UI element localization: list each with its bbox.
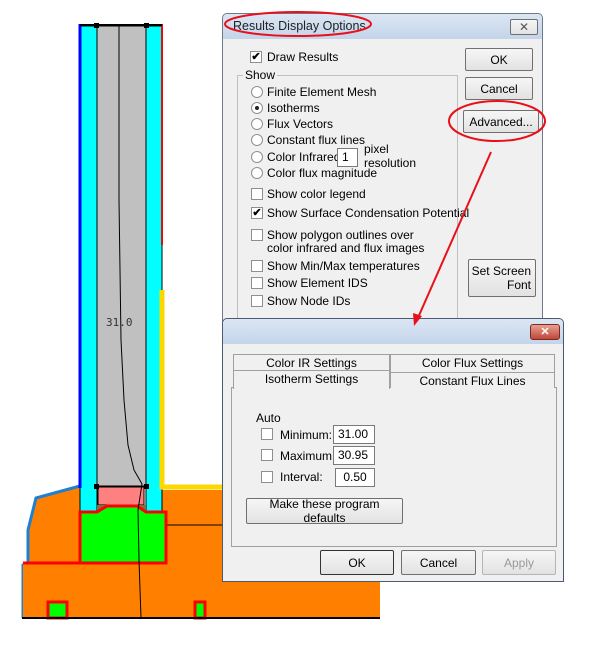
interval-auto-checkbox[interactable] (261, 471, 273, 483)
condensation-boundary (159, 290, 222, 490)
title-bar[interactable]: Results Display Options ✕ (223, 14, 542, 39)
checkbox-label: Show Element IDS (267, 276, 368, 290)
radio-color-flux-magnitude[interactable] (251, 167, 263, 179)
maximum-input[interactable]: 30.95 (333, 446, 375, 465)
dialog-title: Results Display Options (233, 19, 366, 33)
checkbox-label: Show color legend (267, 187, 366, 201)
checkbox-label: Show polygon outlines over (267, 228, 414, 242)
checkbox-label: Show Min/Max temperatures (267, 259, 420, 273)
close-button[interactable]: ✕ (530, 324, 560, 340)
advanced-options-dialog: ✕ Color IR Settings Color Flux Settings … (222, 318, 564, 582)
checkbox-label: Show Node IDs (267, 294, 351, 308)
isotherm-label: 31.0 (106, 316, 133, 329)
show-condensation-checkbox[interactable]: ✔ (251, 207, 263, 219)
radio-label: Constant flux lines (267, 133, 366, 147)
radio-label: Isotherms (267, 101, 320, 115)
tab-color-flux-settings[interactable]: Color Flux Settings (390, 354, 555, 372)
close-button[interactable]: ✕ (510, 19, 538, 35)
maximum-label: Maximum: (280, 449, 336, 463)
radio-isotherms[interactable] (251, 102, 263, 114)
checkbox-label: Show Surface Condensation Potential (267, 206, 470, 220)
ok-button[interactable]: OK (465, 48, 533, 71)
cancel-button[interactable]: Cancel (401, 550, 476, 575)
title-bar[interactable]: ✕ (223, 319, 563, 344)
interval-input[interactable]: 0.50 (335, 468, 375, 487)
show-group-label: Show (243, 68, 278, 82)
pixel-resolution-input[interactable]: 1 (337, 148, 358, 167)
spacer (78, 504, 168, 565)
button-label: Set Screen (471, 264, 531, 278)
ok-button[interactable]: OK (320, 550, 394, 575)
radio-flux-vectors[interactable] (251, 118, 263, 130)
minimum-label: Minimum: (280, 428, 333, 442)
interval-label: Interval: (280, 470, 323, 484)
tab-isotherm-settings[interactable]: Isotherm Settings (233, 370, 390, 389)
minimum-auto-checkbox[interactable] (261, 428, 273, 440)
draw-results-label: Draw Results (267, 50, 339, 64)
auto-label: Auto (256, 411, 281, 425)
radio-label: Flux Vectors (267, 117, 334, 131)
radio-label: Finite Element Mesh (267, 85, 377, 99)
show-polygon-outlines-checkbox[interactable] (251, 229, 263, 241)
show-minmax-checkbox[interactable] (251, 260, 263, 272)
pixel-label: pixel (364, 142, 389, 156)
show-element-ids-checkbox[interactable] (251, 277, 263, 289)
radio-label: Color flux magnitude (267, 166, 378, 180)
checkbox-label-line2: color infrared and flux images (267, 241, 425, 255)
set-screen-font-button[interactable]: Set Screen Font (468, 259, 536, 297)
advanced-button[interactable]: Advanced... (463, 110, 539, 133)
draw-results-checkbox[interactable]: ✔ (250, 51, 262, 63)
show-node-ids-checkbox[interactable] (251, 295, 263, 307)
close-x-icon: ✕ (518, 20, 530, 34)
make-defaults-button[interactable]: Make these program defaults (246, 497, 403, 525)
apply-button[interactable]: Apply (482, 550, 556, 575)
seal (97, 486, 145, 506)
cancel-button[interactable]: Cancel (465, 77, 533, 100)
radio-finite-element-mesh[interactable] (251, 86, 263, 98)
close-x-icon: ✕ (540, 326, 550, 338)
maximum-auto-checkbox[interactable] (261, 449, 273, 461)
results-display-options-dialog: Results Display Options ✕ ✔ Draw Results… (222, 13, 543, 345)
gas-gap (96, 25, 147, 487)
radio-constant-flux-lines[interactable] (251, 134, 263, 146)
radio-label: Color Infrared (267, 150, 341, 164)
button-label: Font (506, 278, 531, 292)
show-color-legend-checkbox[interactable] (251, 188, 263, 200)
frame-right (162, 490, 222, 565)
minimum-input[interactable]: 31.00 (333, 425, 375, 444)
glass-left (79, 25, 98, 513)
tab-constant-flux-lines[interactable]: Constant Flux Lines (390, 372, 555, 388)
radio-color-infrared[interactable] (251, 151, 263, 163)
